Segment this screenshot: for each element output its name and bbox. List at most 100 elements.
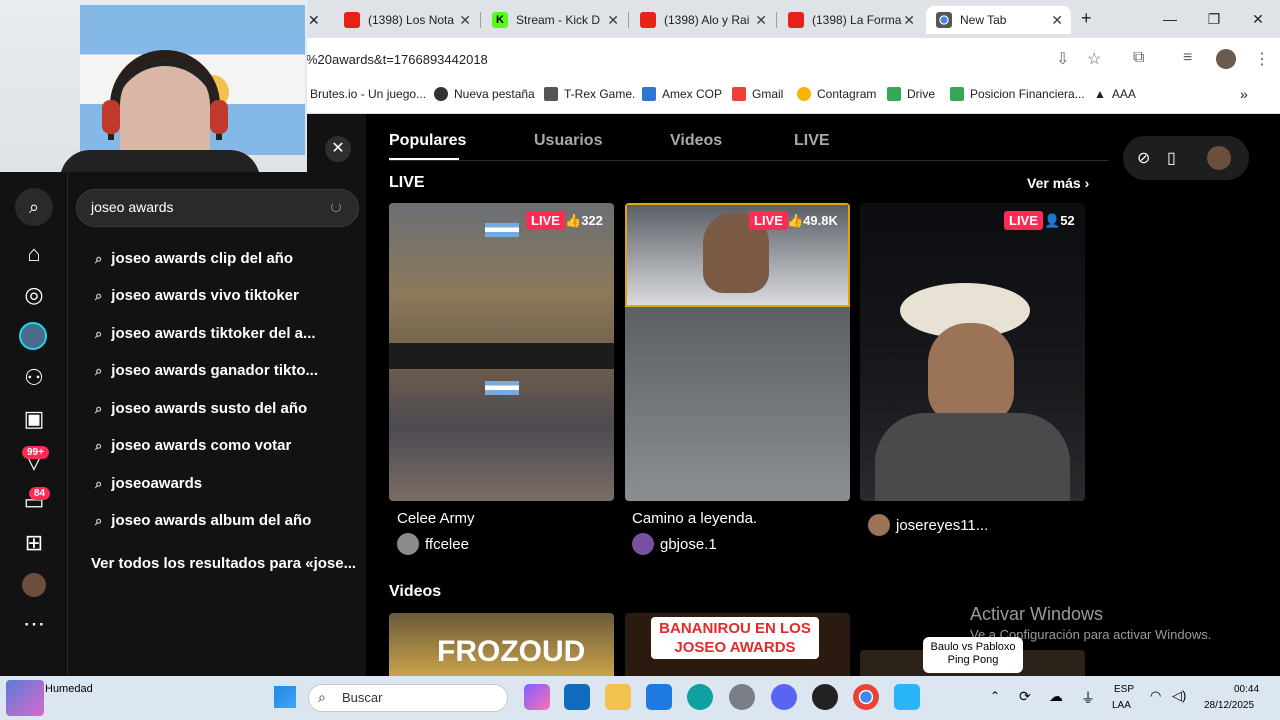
extensions-icon[interactable]: ⧉ <box>1133 49 1144 67</box>
edge-icon[interactable] <box>687 684 713 710</box>
clock-time[interactable]: 00:44 <box>1234 684 1259 695</box>
file-explorer-icon[interactable] <box>605 684 631 710</box>
close-icon[interactable]: ✕ <box>607 12 619 29</box>
obs-icon[interactable] <box>812 684 838 710</box>
suggestion-item[interactable]: ⌕ joseo awards susto del año <box>95 400 307 417</box>
tab-usuarios[interactable]: Usuarios <box>534 132 602 150</box>
outlook-icon[interactable] <box>564 684 590 710</box>
window-close-icon[interactable]: ✕ <box>1236 0 1280 38</box>
close-search-button[interactable]: ✕ <box>325 136 351 162</box>
suggestion-item[interactable]: ⌕ joseo awards album del año <box>95 512 311 529</box>
live-card[interactable]: LIVE 👍322 <box>389 203 614 501</box>
search-icon[interactable]: ⌕ <box>15 188 53 226</box>
bookmark-3[interactable]: Amex COP <box>642 87 722 101</box>
bookmark-4[interactable]: Gmail <box>732 87 783 101</box>
card-title[interactable]: Celee Army <box>397 510 475 527</box>
suggestion-item[interactable]: ⌕ joseo awards clip del año <box>95 250 293 267</box>
tab-1[interactable]: (1398) Los Nota ✕ <box>334 6 479 34</box>
home-icon[interactable]: ⌂ <box>20 240 48 268</box>
taskbar-search[interactable] <box>308 684 508 712</box>
windows-start-icon[interactable] <box>274 686 296 708</box>
bookmark-2[interactable]: T-Rex Game. <box>544 87 635 101</box>
card-user[interactable]: ffcelee <box>397 533 469 555</box>
coin-icon[interactable]: ⊘ <box>1137 148 1150 168</box>
volume-icon[interactable]: ◁) <box>1172 688 1186 704</box>
menu-icon[interactable]: ⋮ <box>1254 49 1270 69</box>
copilot-icon[interactable] <box>524 684 550 710</box>
tray-chevron-icon[interactable]: ⌃ <box>990 689 1000 703</box>
close-tab-icon[interactable]: ✕ <box>308 12 320 29</box>
star-icon[interactable]: ☆ <box>1087 49 1101 69</box>
clock-date[interactable]: 28/12/2025 <box>1204 700 1254 711</box>
discord-icon[interactable] <box>771 684 797 710</box>
explore-icon[interactable]: ◎ <box>20 281 48 309</box>
bookmark-0[interactable]: Brutes.io - Un juego... <box>310 87 426 101</box>
username: josereyes11... <box>896 516 989 534</box>
search-query[interactable]: joseo awards <box>91 199 174 215</box>
globe-icon <box>434 87 448 101</box>
bookmark-label: Gmail <box>752 87 784 101</box>
tab-videos[interactable]: Videos <box>670 132 722 150</box>
tab-5[interactable]: New Tab ✕ <box>926 6 1071 34</box>
bookmark-7[interactable]: Posicion Financiera... <box>950 87 1085 101</box>
bookmark-8[interactable]: ▲ AAA <box>1094 87 1136 101</box>
live-icon[interactable]: ▣ <box>20 405 48 433</box>
phone-icon[interactable]: ▯ <box>1167 148 1176 168</box>
weather-widget[interactable]: Humedad <box>45 683 93 695</box>
minimize-icon[interactable]: — <box>1148 0 1192 38</box>
bookmark-1[interactable]: Nueva pestaña <box>434 87 535 101</box>
suggestion-item[interactable]: ⌕ joseo awards ganador tikto... <box>95 362 318 379</box>
video-thumbnail[interactable]: FROZOUD <box>389 613 614 676</box>
profile-avatar[interactable] <box>1216 49 1236 69</box>
see-more-link[interactable]: Ver más › <box>1027 175 1089 191</box>
media-icon[interactable]: ≡ <box>1183 49 1192 67</box>
upload-icon[interactable]: ⊞ <box>20 529 48 557</box>
store-icon[interactable] <box>646 684 672 710</box>
see-all-results-link[interactable]: Ver todos los resultados para «jose... <box>91 555 356 572</box>
card-user[interactable]: gbjose.1 <box>632 533 717 555</box>
close-icon[interactable]: ✕ <box>903 12 915 29</box>
live-card[interactable]: LIVE 👤52 <box>860 203 1085 501</box>
card-user[interactable]: josereyes11... <box>868 514 988 536</box>
friends-icon[interactable]: ⚇ <box>20 364 48 392</box>
chrome-icon[interactable] <box>853 684 879 710</box>
tab-2[interactable]: K Stream - Kick D ✕ <box>482 6 627 34</box>
suggestion-item[interactable]: ⌕ joseoawards <box>95 475 202 492</box>
following-avatar[interactable] <box>19 322 47 350</box>
tab-populares[interactable]: Populares <box>389 132 466 150</box>
url-text[interactable]: %20awards&t=1766893442018 <box>306 52 488 67</box>
bookmark-6[interactable]: Drive <box>887 87 935 101</box>
bookmark-5[interactable]: Contagram <box>797 87 876 101</box>
tab-title: (1398) Los Nota <box>368 13 455 27</box>
flag-image <box>485 223 519 237</box>
suggestion-item[interactable]: ⌕ joseo awards como votar <box>95 437 291 454</box>
card-title[interactable]: Camino a leyenda. <box>632 510 757 527</box>
wifi-icon[interactable]: ◠ <box>1150 688 1161 704</box>
settings-icon[interactable] <box>729 684 755 710</box>
install-icon[interactable]: ⇩ <box>1056 49 1069 69</box>
profile-avatar[interactable] <box>22 573 46 597</box>
microphone-icon[interactable]: ⏚ <box>1081 688 1095 708</box>
layout-indicator[interactable]: LAA <box>1112 700 1131 711</box>
cloud-icon[interactable]: ☁ <box>1049 688 1063 705</box>
tab-3[interactable]: (1398) Alo y Rai ✕ <box>630 6 775 34</box>
profile-avatar[interactable] <box>1207 146 1231 170</box>
sync-icon[interactable]: ⟳ <box>1019 688 1031 705</box>
app-f-icon[interactable] <box>894 684 920 710</box>
new-tab-icon[interactable]: + <box>1081 8 1092 29</box>
suggestion-item[interactable]: ⌕ joseo awards vivo tiktoker <box>95 287 299 304</box>
more-icon[interactable]: ⋯ <box>20 610 48 638</box>
close-icon[interactable]: ✕ <box>1051 12 1063 29</box>
live-card[interactable]: LIVE 👍49.8K <box>625 203 850 501</box>
tab-live[interactable]: LIVE <box>794 132 830 150</box>
live-badge: LIVE <box>526 211 565 230</box>
maximize-icon[interactable]: ❐ <box>1192 0 1236 38</box>
video-thumbnail[interactable]: BANANIROU EN LOS JOSEO AWARDS <box>625 613 850 676</box>
tab-4[interactable]: (1398) La Forma ✕ <box>778 6 923 34</box>
more-bookmarks-icon[interactable]: » <box>1240 86 1248 102</box>
close-icon[interactable]: ✕ <box>755 12 767 29</box>
language-indicator[interactable]: ESP <box>1114 684 1134 695</box>
suggestion-label: joseo awards ganador tikto... <box>111 362 318 379</box>
close-icon[interactable]: ✕ <box>459 12 471 29</box>
suggestion-item[interactable]: ⌕ joseo awards tiktoker del a... <box>95 325 316 342</box>
